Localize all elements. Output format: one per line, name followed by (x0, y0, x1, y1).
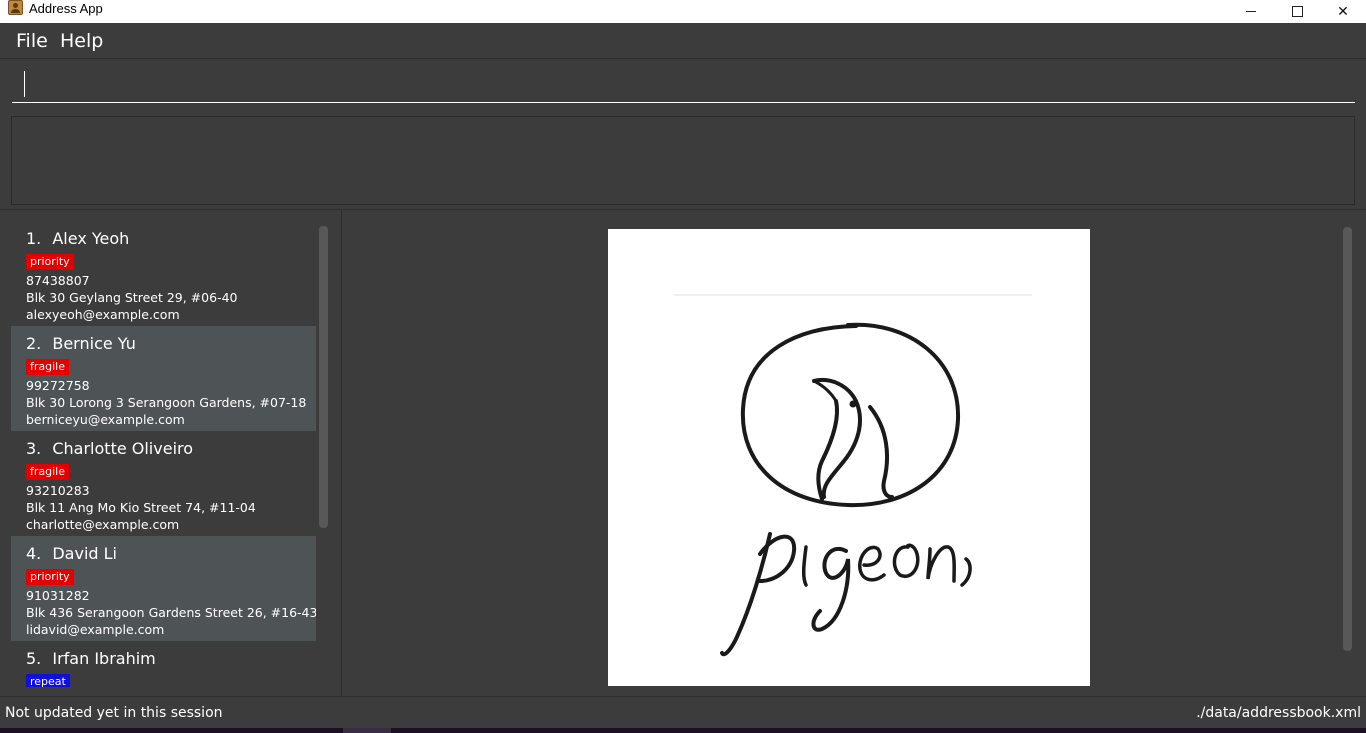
person-name-line: 4. David Li (26, 544, 301, 563)
close-icon: ✕ (1337, 3, 1349, 20)
person-name-line: 2. Bernice Yu (26, 334, 301, 353)
person-card[interactable]: 4. David Li priority 91031282 Blk 436 Se… (11, 536, 316, 641)
person-card[interactable]: 5. Irfan Ibrahim repeat (11, 641, 316, 687)
person-name: Bernice Yu (52, 334, 136, 353)
person-name: Alex Yeoh (52, 229, 130, 248)
text-caret (24, 71, 25, 97)
browser-panel (343, 210, 1366, 696)
person-phone: 93210283 (26, 483, 90, 498)
person-phone: 87438807 (26, 273, 90, 288)
person-list-panel: 1. Alex Yeoh priority 87438807 Blk 30 Ge… (0, 210, 342, 696)
person-address: Blk 11 Ang Mo Kio Street 74, #11-04 (26, 500, 256, 515)
close-button[interactable]: ✕ (1320, 0, 1366, 23)
maximize-button[interactable] (1274, 0, 1320, 23)
person-name-line: 3. Charlotte Oliveiro (26, 439, 301, 458)
result-display[interactable] (11, 116, 1355, 205)
minimize-icon (1246, 11, 1256, 12)
person-card[interactable]: 3. Charlotte Oliveiro fragile 93210283 B… (11, 431, 316, 536)
title-bar: Address App ✕ (0, 0, 1366, 23)
pigeons-logo-image (608, 229, 1090, 686)
person-index: 2. (26, 334, 42, 353)
person-tag: fragile (26, 464, 69, 480)
person-email: charlotte@example.com (26, 517, 180, 532)
command-box (0, 59, 1366, 110)
person-name: Irfan Ibrahim (52, 649, 156, 668)
person-tag: priority (26, 254, 74, 270)
person-tag: repeat (26, 674, 70, 687)
person-tag: priority (26, 569, 74, 585)
menu-help[interactable]: Help (60, 30, 103, 52)
person-phone: 91031282 (26, 588, 90, 603)
person-list[interactable]: 1. Alex Yeoh priority 87438807 Blk 30 Ge… (11, 221, 316, 687)
pigeon-logo-icon (674, 294, 1032, 657)
person-index: 1. (26, 229, 42, 248)
person-index: 3. (26, 439, 42, 458)
menu-bar: File Help (0, 23, 1366, 59)
minimize-button[interactable] (1228, 0, 1274, 23)
address-book-icon (8, 0, 23, 15)
person-email: alexyeoh@example.com (26, 307, 180, 322)
person-name-line: 1. Alex Yeoh (26, 229, 301, 248)
person-address: Blk 30 Geylang Street 29, #06-40 (26, 290, 238, 305)
bottom-strip (0, 728, 1366, 733)
person-address: Blk 30 Lorong 3 Serangoon Gardens, #07-1… (26, 395, 307, 410)
person-index: 4. (26, 544, 42, 563)
command-input[interactable] (12, 65, 1355, 103)
person-email: berniceyu@example.com (26, 412, 185, 427)
maximize-icon (1291, 6, 1303, 17)
save-location: ./data/addressbook.xml (1196, 705, 1361, 721)
person-tag: fragile (26, 359, 69, 375)
window-title: Address App (29, 1, 103, 16)
menu-file[interactable]: File (16, 30, 48, 52)
status-bar: Not updated yet in this session ./data/a… (0, 696, 1366, 728)
browser-scrollbar[interactable] (1343, 227, 1352, 651)
sync-status: Not updated yet in this session (5, 705, 223, 721)
person-list-scrollbar[interactable] (319, 226, 328, 528)
person-name: Charlotte Oliveiro (52, 439, 194, 458)
person-address: Blk 436 Serangoon Gardens Street 26, #16… (26, 605, 316, 620)
person-card[interactable]: 2. Bernice Yu fragile 99272758 Blk 30 Lo… (11, 326, 316, 431)
person-index: 5. (26, 649, 42, 668)
bottom-strip-tab (343, 728, 391, 733)
person-card[interactable]: 1. Alex Yeoh priority 87438807 Blk 30 Ge… (11, 221, 316, 326)
person-phone: 99272758 (26, 378, 90, 393)
person-name: David Li (52, 544, 117, 563)
person-email: lidavid@example.com (26, 622, 165, 637)
person-name-line: 5. Irfan Ibrahim (26, 649, 301, 668)
